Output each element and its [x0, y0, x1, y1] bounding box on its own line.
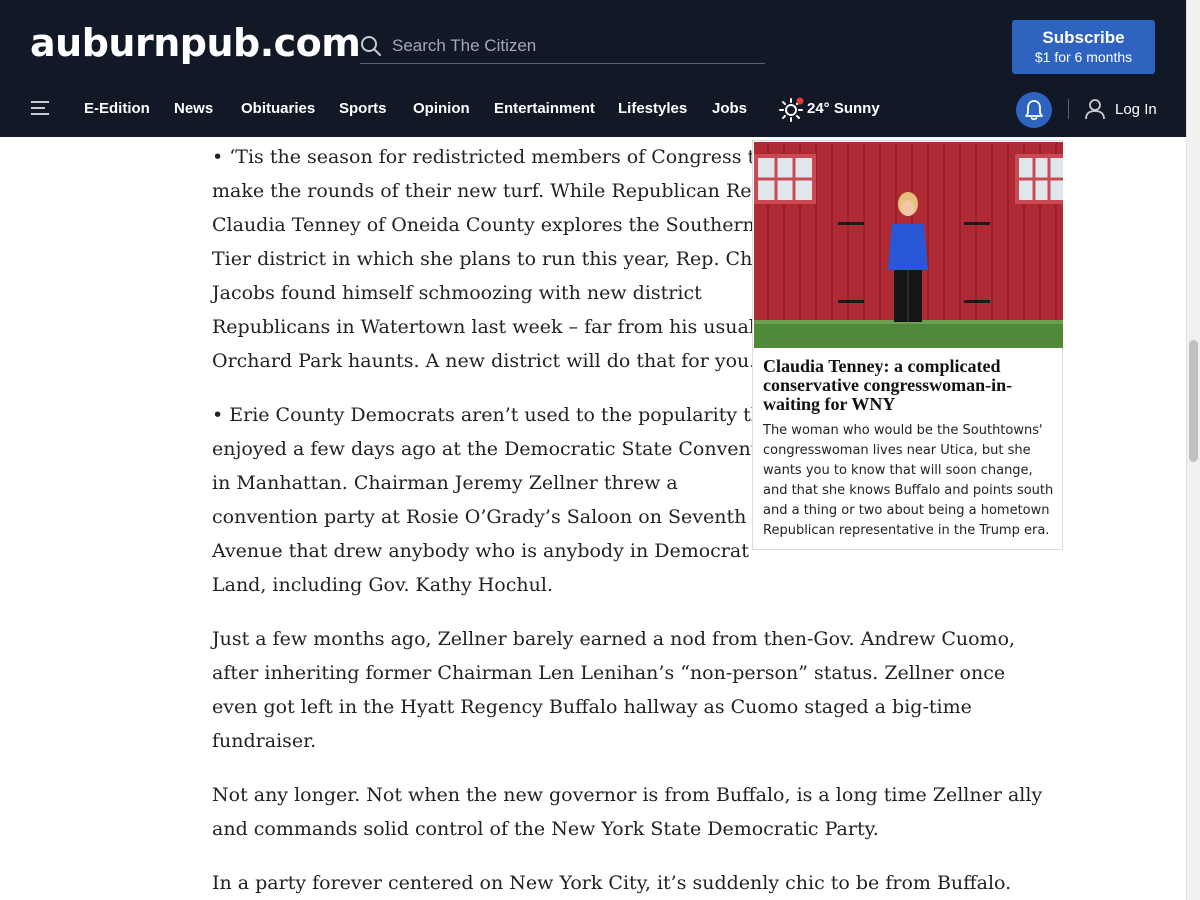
article-line: Claudia Tenney of Oneida County explores…	[212, 214, 755, 236]
user-icon	[1085, 99, 1105, 120]
site-header: auburnpub.com Subscribe $1 for 6 months …	[0, 0, 1186, 137]
nav-item-sports[interactable]: Sports	[339, 100, 387, 117]
site-logo[interactable]: auburnpub.com	[30, 21, 361, 65]
article-line: • Erie County Democrats aren’t used to t…	[212, 404, 785, 426]
search-input[interactable]	[392, 32, 752, 60]
nav-divider	[1068, 99, 1069, 119]
article-paragraph: In a party forever centered on New York …	[212, 866, 1011, 900]
article-line: in Manhattan. Chairman Jeremy Zellner th…	[212, 472, 678, 494]
nav-item-lifestyles[interactable]: Lifestyles	[618, 100, 687, 117]
article-line: Orchard Park haunts. A new district will…	[212, 350, 756, 372]
article-line: • ‘Tis the season for redistricted membe…	[212, 146, 767, 168]
notifications-button[interactable]	[1016, 92, 1052, 128]
article-line: make the rounds of their new turf. While…	[212, 180, 770, 202]
article-paragraph: • Erie County Democrats aren’t used to t…	[212, 398, 788, 602]
nav-item-news[interactable]: News	[174, 100, 213, 117]
related-story-photo[interactable]	[754, 142, 1063, 348]
article-line: Just a few months ago, Zellner barely ea…	[212, 628, 1016, 650]
scrollbar-thumb[interactable]	[1189, 340, 1198, 462]
article-line: even got left in the Hyatt Regency Buffa…	[212, 696, 972, 718]
weather-alert-dot	[796, 97, 804, 105]
subscribe-title: Subscribe	[1042, 28, 1125, 47]
sun-icon	[779, 97, 804, 122]
article-line: Republicans in Watertown last week – far…	[212, 316, 755, 338]
article-line: In a party forever centered on New York …	[212, 872, 1012, 894]
article-line: fundraiser.	[212, 730, 317, 752]
article-paragraph: Not any longer. Not when the new governo…	[212, 778, 1042, 846]
related-story-title[interactable]: Claudia Tenney: a complicated conservati…	[763, 357, 1053, 414]
article-line: Jacobs found himself schmoozing with new…	[212, 282, 702, 304]
search-icon[interactable]	[360, 35, 382, 57]
login-label: Log In	[1115, 101, 1157, 118]
article-line: Not any longer. Not when the new governo…	[212, 784, 1043, 806]
nav-item-e-edition[interactable]: E-Edition	[84, 100, 150, 117]
article-line: after inheriting former Chairman Len Len…	[212, 662, 1006, 684]
article-line: Tier district in which she plans to run …	[212, 248, 778, 270]
menu-icon[interactable]	[30, 98, 50, 118]
article-line: enjoyed a few days ago at the Democratic…	[212, 438, 789, 460]
article-line: Land, including Gov. Kathy Hochul.	[212, 574, 553, 596]
article-line: convention party at Rosie O’Grady’s Salo…	[212, 506, 747, 528]
nav-item-jobs[interactable]: Jobs	[712, 100, 747, 117]
page-scrollbar[interactable]	[1186, 0, 1200, 900]
nav-item-entertainment[interactable]: Entertainment	[494, 100, 595, 117]
related-story-card[interactable]: Claudia Tenney: a complicated conservati…	[752, 140, 1063, 550]
article-line: and commands solid control of the New Yo…	[212, 818, 879, 840]
subscribe-offer: $1 for 6 months	[1034, 49, 1133, 65]
nav-item-opinion[interactable]: Opinion	[413, 100, 470, 117]
article-line: Avenue that drew anybody who is anybody …	[212, 540, 749, 562]
related-story-blurb: The woman who would be the Southtowns' c…	[763, 423, 1054, 538]
article-paragraph: Just a few months ago, Zellner barely ea…	[212, 622, 1015, 758]
article-paragraph: • ‘Tis the season for redistricted membe…	[212, 140, 777, 378]
subscribe-button[interactable]: Subscribe $1 for 6 months	[1012, 20, 1155, 74]
nav-item-obituaries[interactable]: Obituaries	[241, 100, 315, 117]
search-bar	[360, 28, 765, 64]
main-nav: E-Edition News Obituaries Sports Opinion…	[0, 90, 1186, 130]
bell-icon	[1025, 100, 1043, 121]
weather-text: 24° Sunny	[807, 100, 880, 117]
